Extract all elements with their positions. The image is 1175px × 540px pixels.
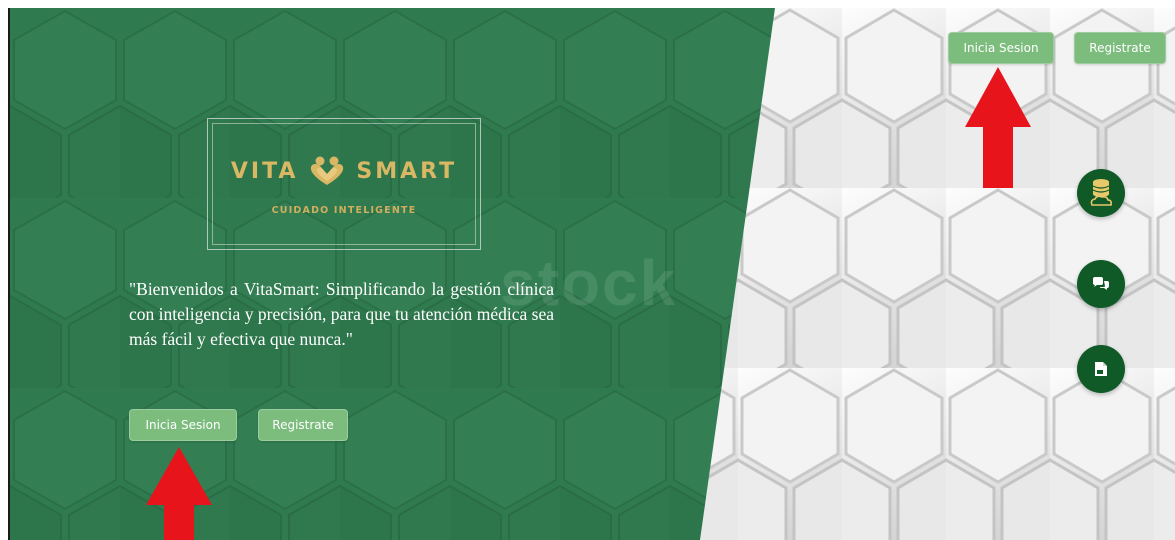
logo-word-smart: SMART	[356, 158, 458, 184]
hero-register-button[interactable]: Registrate	[258, 409, 348, 441]
annotation-arrow-header	[965, 67, 1031, 188]
database-cloud-icon	[1090, 179, 1112, 206]
frame-top	[0, 0, 1175, 8]
chat-button[interactable]	[1077, 260, 1125, 308]
welcome-text: "Bienvenidos a VitaSmart: Simplificando …	[129, 279, 554, 349]
brand-logo: VITA SMART CUIDADO INTELIGENTE	[207, 118, 481, 250]
logo-tagline: CUIDADO INTELIGENTE	[271, 205, 417, 216]
database-cloud-button[interactable]	[1077, 169, 1125, 217]
annotation-arrow-hero	[146, 447, 212, 540]
document-button[interactable]	[1077, 345, 1125, 393]
header-login-button[interactable]: Inicia Sesion	[948, 32, 1054, 64]
heart-people-icon	[311, 156, 344, 185]
logo-row: VITA SMART	[208, 155, 480, 187]
document-icon	[1095, 362, 1107, 376]
logo-word-vita: VITA	[230, 158, 299, 184]
landing-page: stock VITA SMART CUIDADO INTELIGENTE "Bi…	[10, 8, 1175, 540]
frame-left	[0, 0, 8, 540]
hero-login-button[interactable]: Inicia Sesion	[129, 409, 237, 441]
header-register-button[interactable]: Registrate	[1074, 32, 1166, 64]
chat-icon	[1093, 277, 1109, 290]
